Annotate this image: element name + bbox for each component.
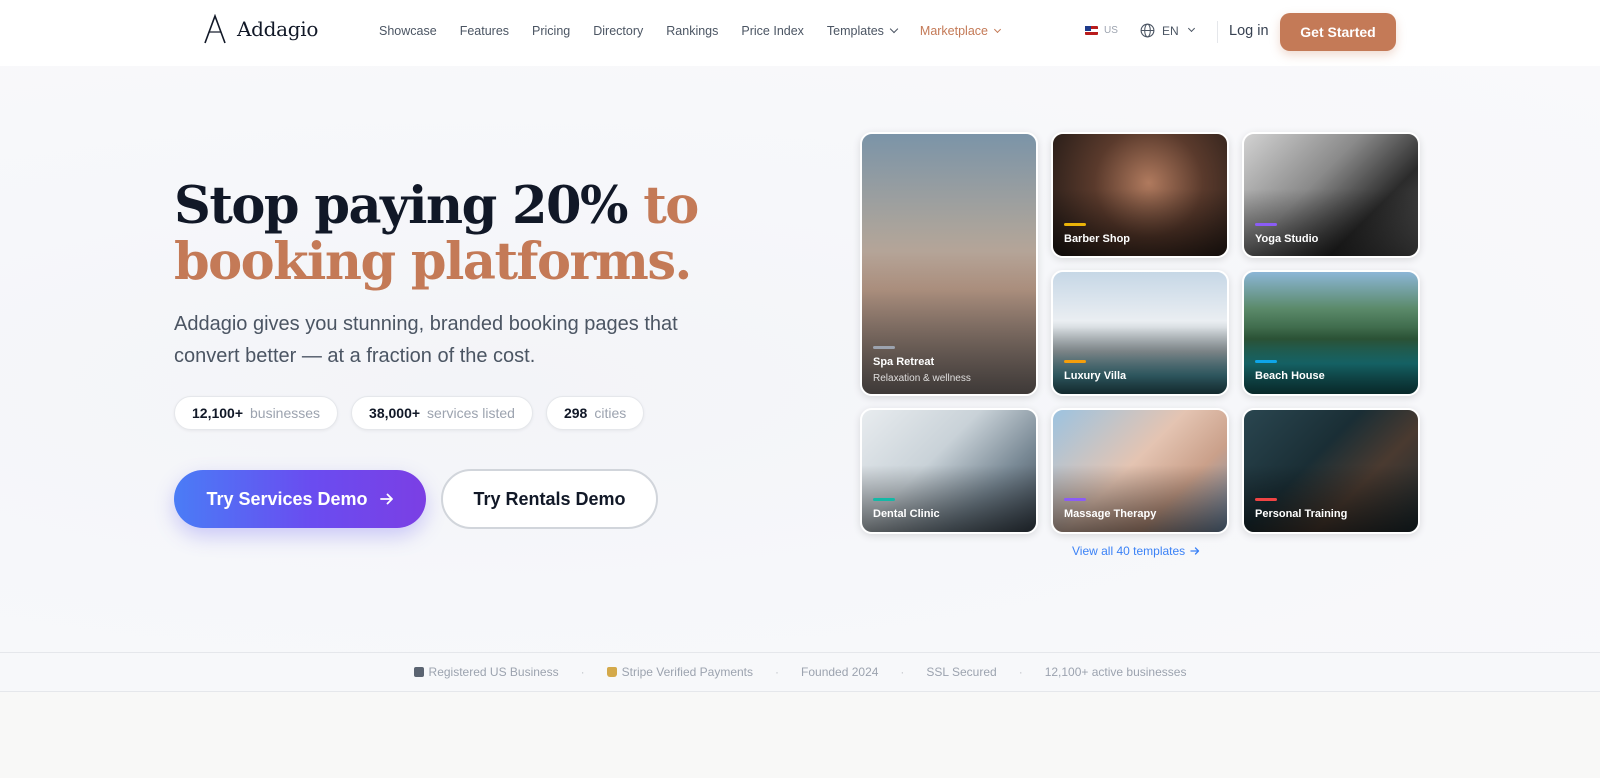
separator-dot: · [900,665,905,679]
template-card-barber-shop[interactable]: Barber Shop [1051,132,1229,258]
template-name: Barber Shop [1064,233,1131,245]
template-subtitle: Relaxation & wellness [873,373,971,384]
nav-dropdown-templates[interactable]: Templates [826,24,899,38]
get-started-button[interactable]: Get Started [1280,13,1396,51]
primary-cta-label: Try Services Demo [206,488,368,509]
stats-row: 12,100+ businesses 38,000+ services list… [174,396,657,430]
view-all-templates-link[interactable]: View all 40 templates [1072,544,1200,558]
chevron-down-icon [993,25,1002,33]
nav-link-price-index[interactable]: Price Index [741,24,804,38]
accent-bar [873,498,895,501]
arrow-right-icon [1190,547,1200,555]
stat-label: businesses [250,405,321,421]
chevron-down-icon [1187,24,1195,33]
region-selector[interactable]: US [1085,25,1118,36]
trust-item-ssl: SSL Secured [926,665,997,679]
stat-pill-cities: 298 cities [545,396,645,430]
top-navigation: Addagio Showcase Features Pricing Direct… [0,0,1600,66]
trust-item-stripe: Stripe Verified Payments [606,665,754,679]
language-selector[interactable]: EN [1140,23,1195,38]
arrow-right-icon [379,493,393,505]
template-card-luxury-villa[interactable]: Luxury Villa [1051,270,1229,396]
stat-value: 12,100+ [192,405,243,421]
templates-label: Templates [826,24,884,38]
globe-icon [1140,23,1155,38]
stat-pill-services: 38,000+ services listed [351,396,533,430]
template-name: Yoga Studio [1255,233,1319,245]
nav-link-features[interactable]: Features [460,24,509,38]
trust-item-active-businesses: 12,100+ active businesses [1044,665,1187,679]
login-link[interactable]: Log in [1229,23,1269,39]
trust-item-founded: Founded 2024 [801,665,879,679]
try-services-demo-button[interactable]: Try Services Demo [174,470,426,528]
accent-bar [873,346,895,349]
hero-subheadline: Addagio gives you stunning, branded book… [174,313,678,367]
accent-bar [1064,360,1086,363]
stat-label: services listed [427,405,515,421]
accent-bar [1064,498,1086,501]
lock-icon [606,667,617,677]
template-card-spa-retreat[interactable]: Spa Retreat Relaxation & wellness [860,132,1038,396]
template-name: Beach House [1255,370,1325,382]
stat-value: 298 [563,405,588,421]
stat-pill-businesses: 12,100+ businesses [174,396,339,430]
language-label: EN [1162,23,1179,38]
accent-bar [1255,498,1277,501]
trust-item-registered: Registered US Business [413,665,559,679]
nav-dropdown-marketplace[interactable]: Marketplace [919,24,1002,38]
nav-link-showcase[interactable]: Showcase [379,24,437,38]
brand-logo[interactable]: Addagio [203,13,318,45]
template-name: Luxury Villa [1064,370,1127,382]
separator-dot: · [1018,665,1023,679]
nav-link-pricing[interactable]: Pricing [532,24,570,38]
main-menu: Showcase Features Pricing Directory Rank… [379,24,1023,38]
accent-bar [1064,223,1086,226]
stat-label: cities [594,405,627,421]
logo-mark-icon [204,14,226,44]
try-rentals-demo-button[interactable]: Try Rentals Demo [441,469,658,529]
separator-dot: · [580,665,585,679]
hero-headline: Stop paying 20% to booking platforms. [174,178,834,290]
brand-name: Addagio [237,17,319,41]
template-card-massage-therapy[interactable]: Massage Therapy [1051,408,1229,534]
nav-link-directory[interactable]: Directory [593,24,643,38]
template-name: Dental Clinic [873,508,940,520]
marketplace-label: Marketplace [919,24,988,38]
template-name: Spa Retreat [873,356,935,368]
headline-primary: Stop paying 20% [174,176,628,236]
region-label: US [1104,25,1118,36]
nav-link-rankings[interactable]: Rankings [666,24,718,38]
template-name: Massage Therapy [1064,508,1157,520]
template-card-beach-house[interactable]: Beach House [1242,270,1420,396]
nav-divider [1217,21,1218,43]
trust-label: Registered US Business [428,665,559,679]
template-card-personal-training[interactable]: Personal Training [1242,408,1420,534]
separator-dot: · [775,665,780,679]
template-name: Personal Training [1255,508,1348,520]
template-card-dental-clinic[interactable]: Dental Clinic [860,408,1038,534]
hero-section: Stop paying 20% to booking platforms. Ad… [0,66,1600,652]
accent-bar [1255,360,1277,363]
accent-bar [1255,223,1277,226]
trust-bar: Registered US Business · Stripe Verified… [0,652,1600,692]
next-section-background [0,692,1600,778]
trust-label: Stripe Verified Payments [621,665,754,679]
chevron-down-icon [889,24,899,34]
view-all-label: View all 40 templates [1072,544,1186,558]
building-icon [413,667,424,677]
us-flag-icon [1085,26,1098,35]
stat-value: 38,000+ [369,405,421,421]
template-card-yoga-studio[interactable]: Yoga Studio [1242,132,1420,258]
